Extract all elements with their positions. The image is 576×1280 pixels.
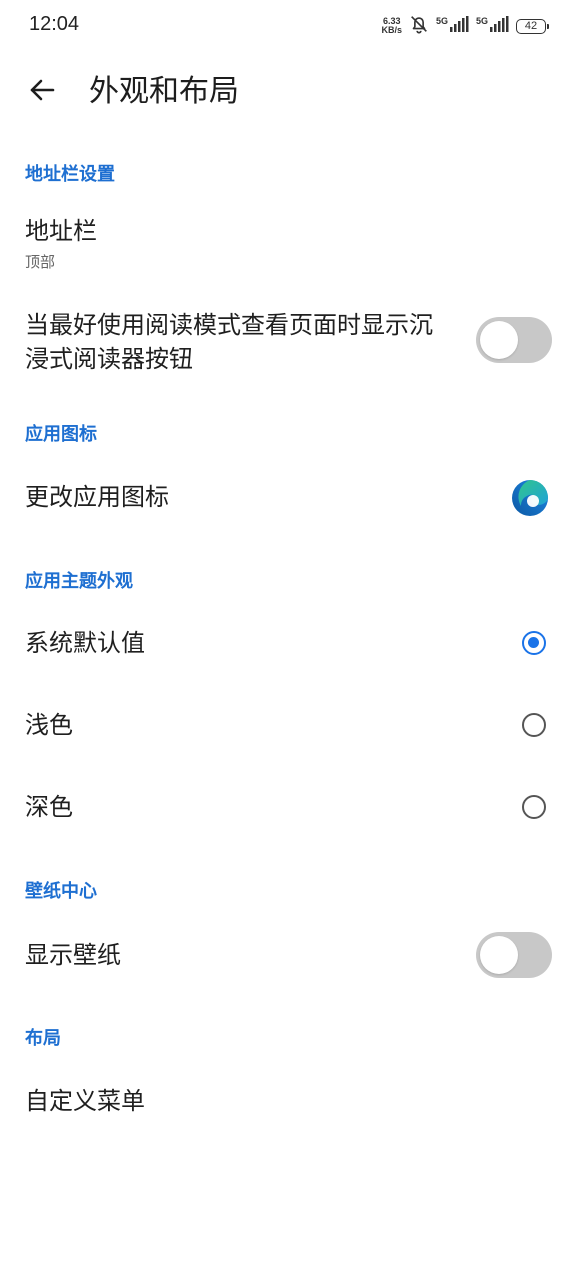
immersive-reader-title-line1: 当最好使用阅读模式查看页面时显示沉 bbox=[25, 311, 433, 339]
net-type-1: 5G bbox=[435, 16, 448, 26]
back-button[interactable] bbox=[22, 72, 62, 112]
battery-icon: 42 bbox=[516, 18, 549, 34]
status-time: 12:04 bbox=[29, 13, 80, 35]
battery-level: 42 bbox=[524, 20, 538, 32]
section-header-layout: 布局 bbox=[25, 1028, 61, 1049]
status-bar: 12:04 6.33 KB/s 5G 5G 42 bbox=[0, 0, 576, 52]
custom-menu-title: 自定义菜单 bbox=[25, 1087, 145, 1115]
radio-system-default[interactable] bbox=[522, 631, 546, 655]
status-icons: 6.33 KB/s 5G 5G 42 bbox=[381, 13, 549, 39]
network-speed: 6.33 KB/s bbox=[381, 17, 402, 35]
show-wallpaper-toggle[interactable] bbox=[476, 932, 552, 978]
section-header-wallpaper: 壁纸中心 bbox=[25, 881, 97, 902]
theme-option-label: 浅色 bbox=[25, 711, 73, 739]
signal-5g-1: 5G bbox=[436, 16, 470, 36]
show-wallpaper-title: 显示壁纸 bbox=[25, 941, 121, 969]
radio-light[interactable] bbox=[522, 713, 546, 737]
app-bar: 外观和布局 bbox=[0, 60, 576, 124]
signal-5g-2: 5G bbox=[476, 16, 510, 36]
immersive-reader-toggle[interactable] bbox=[476, 317, 552, 363]
page-title: 外观和布局 bbox=[89, 74, 239, 109]
signal-bars-icon bbox=[449, 16, 470, 36]
address-bar-title: 地址栏 bbox=[25, 217, 97, 245]
toggle-knob bbox=[480, 321, 518, 359]
section-header-address-bar: 地址栏设置 bbox=[25, 164, 115, 185]
change-app-icon-title: 更改应用图标 bbox=[25, 483, 169, 511]
theme-option-label: 系统默认值 bbox=[25, 629, 145, 657]
radio-dark[interactable] bbox=[522, 795, 546, 819]
section-header-theme: 应用主题外观 bbox=[25, 571, 133, 592]
theme-option-label: 深色 bbox=[25, 793, 73, 821]
bell-muted-icon bbox=[408, 13, 430, 39]
back-arrow-icon bbox=[28, 76, 56, 108]
immersive-reader-title-line2: 浸式阅读器按钮 bbox=[25, 345, 193, 373]
section-header-app-icon: 应用图标 bbox=[25, 424, 97, 445]
network-speed-unit: KB/s bbox=[381, 25, 402, 35]
signal-bars-icon bbox=[490, 16, 510, 36]
toggle-knob bbox=[480, 936, 518, 974]
edge-icon bbox=[511, 479, 549, 517]
address-bar-value: 顶部 bbox=[25, 253, 56, 271]
net-type-2: 5G bbox=[475, 16, 488, 26]
